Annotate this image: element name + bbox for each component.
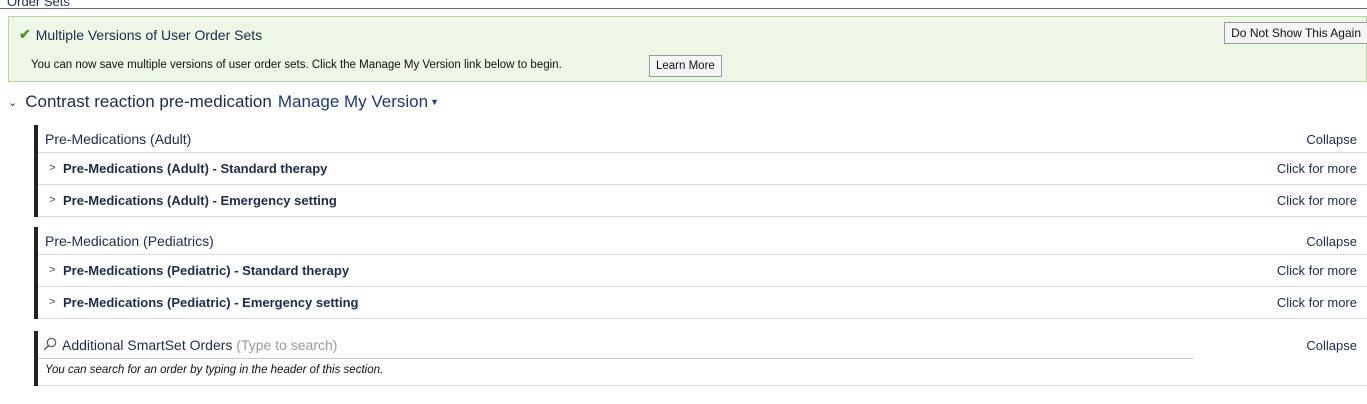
banner-title-row: ✔ Multiple Versions of User Order Sets — [19, 26, 262, 43]
search-placeholder: (Type to search) — [236, 337, 338, 353]
divider — [38, 358, 1193, 359]
do-not-show-again-button[interactable]: Do Not Show This Again — [1224, 22, 1367, 44]
caret-down-icon[interactable]: ▼ — [430, 97, 439, 107]
list-item[interactable]: > Pre-Medications (Pediatric) - Standard… — [38, 255, 1367, 287]
info-banner: ✔ Multiple Versions of User Order Sets D… — [8, 16, 1367, 82]
search-section-header[interactable]: Additional SmartSet Orders (Type to sear… — [38, 331, 1367, 359]
collapse-link[interactable]: Collapse — [1306, 234, 1357, 249]
list-item[interactable]: > Pre-Medications (Adult) - Standard the… — [38, 153, 1367, 185]
manage-my-version-link[interactable]: Manage My Version — [278, 92, 428, 112]
click-for-more-link[interactable]: Click for more — [1277, 263, 1357, 278]
banner-title: Multiple Versions of User Order Sets — [35, 26, 263, 43]
collapse-link[interactable]: Collapse — [1306, 132, 1357, 147]
checkmark-icon: ✔ — [19, 26, 31, 42]
page-title: Order Sets — [7, 0, 70, 9]
page-header: Order Sets — [0, 0, 1367, 9]
learn-more-button[interactable]: Learn More — [649, 55, 722, 77]
chevron-right-icon: > — [49, 296, 56, 308]
search-section-title[interactable]: Additional SmartSet Orders (Type to sear… — [62, 337, 337, 353]
order-set-title: Contrast reaction pre-medication — [25, 92, 272, 111]
section-pediatrics: Pre-Medication (Pediatrics) Collapse > P… — [34, 227, 1367, 319]
banner-message: You can now save multiple versions of us… — [31, 59, 562, 71]
section-header: Pre-Medication (Pediatrics) Collapse — [38, 227, 1367, 255]
section-title: Pre-Medication (Pediatrics) — [45, 233, 214, 249]
chevron-right-icon: > — [49, 162, 56, 174]
collapse-link[interactable]: Collapse — [1306, 338, 1357, 353]
list-item[interactable]: > Pre-Medications (Pediatric) - Emergenc… — [38, 287, 1367, 319]
click-for-more-link[interactable]: Click for more — [1277, 295, 1357, 310]
section-header: Pre-Medications (Adult) Collapse — [38, 125, 1367, 153]
search-icon — [43, 337, 57, 351]
chevron-right-icon: > — [49, 264, 56, 276]
list-item[interactable]: > Pre-Medications (Adult) - Emergency se… — [38, 185, 1367, 217]
search-section-label: Additional SmartSet Orders — [62, 337, 233, 353]
chevron-right-icon: > — [49, 194, 56, 206]
list-item-label[interactable]: Pre-Medications (Adult) - Standard thera… — [63, 161, 327, 176]
chevron-down-icon[interactable]: ⌄ — [8, 96, 17, 109]
section-adult: Pre-Medications (Adult) Collapse > Pre-M… — [34, 125, 1367, 217]
list-item-label[interactable]: Pre-Medications (Pediatric) - Emergency … — [63, 295, 358, 310]
order-set-header: ⌄ Contrast reaction pre-medication Manag… — [8, 92, 439, 112]
section-title: Pre-Medications (Adult) — [45, 131, 192, 147]
click-for-more-link[interactable]: Click for more — [1277, 161, 1357, 176]
search-note: You can search for an order by typing in… — [45, 364, 384, 376]
list-item-label[interactable]: Pre-Medications (Pediatric) - Standard t… — [63, 263, 349, 278]
click-for-more-link[interactable]: Click for more — [1277, 193, 1357, 208]
search-note-row: You can search for an order by typing in… — [38, 359, 1367, 386]
list-item-label[interactable]: Pre-Medications (Adult) - Emergency sett… — [63, 193, 337, 208]
section-additional-orders: Additional SmartSet Orders (Type to sear… — [34, 331, 1367, 386]
